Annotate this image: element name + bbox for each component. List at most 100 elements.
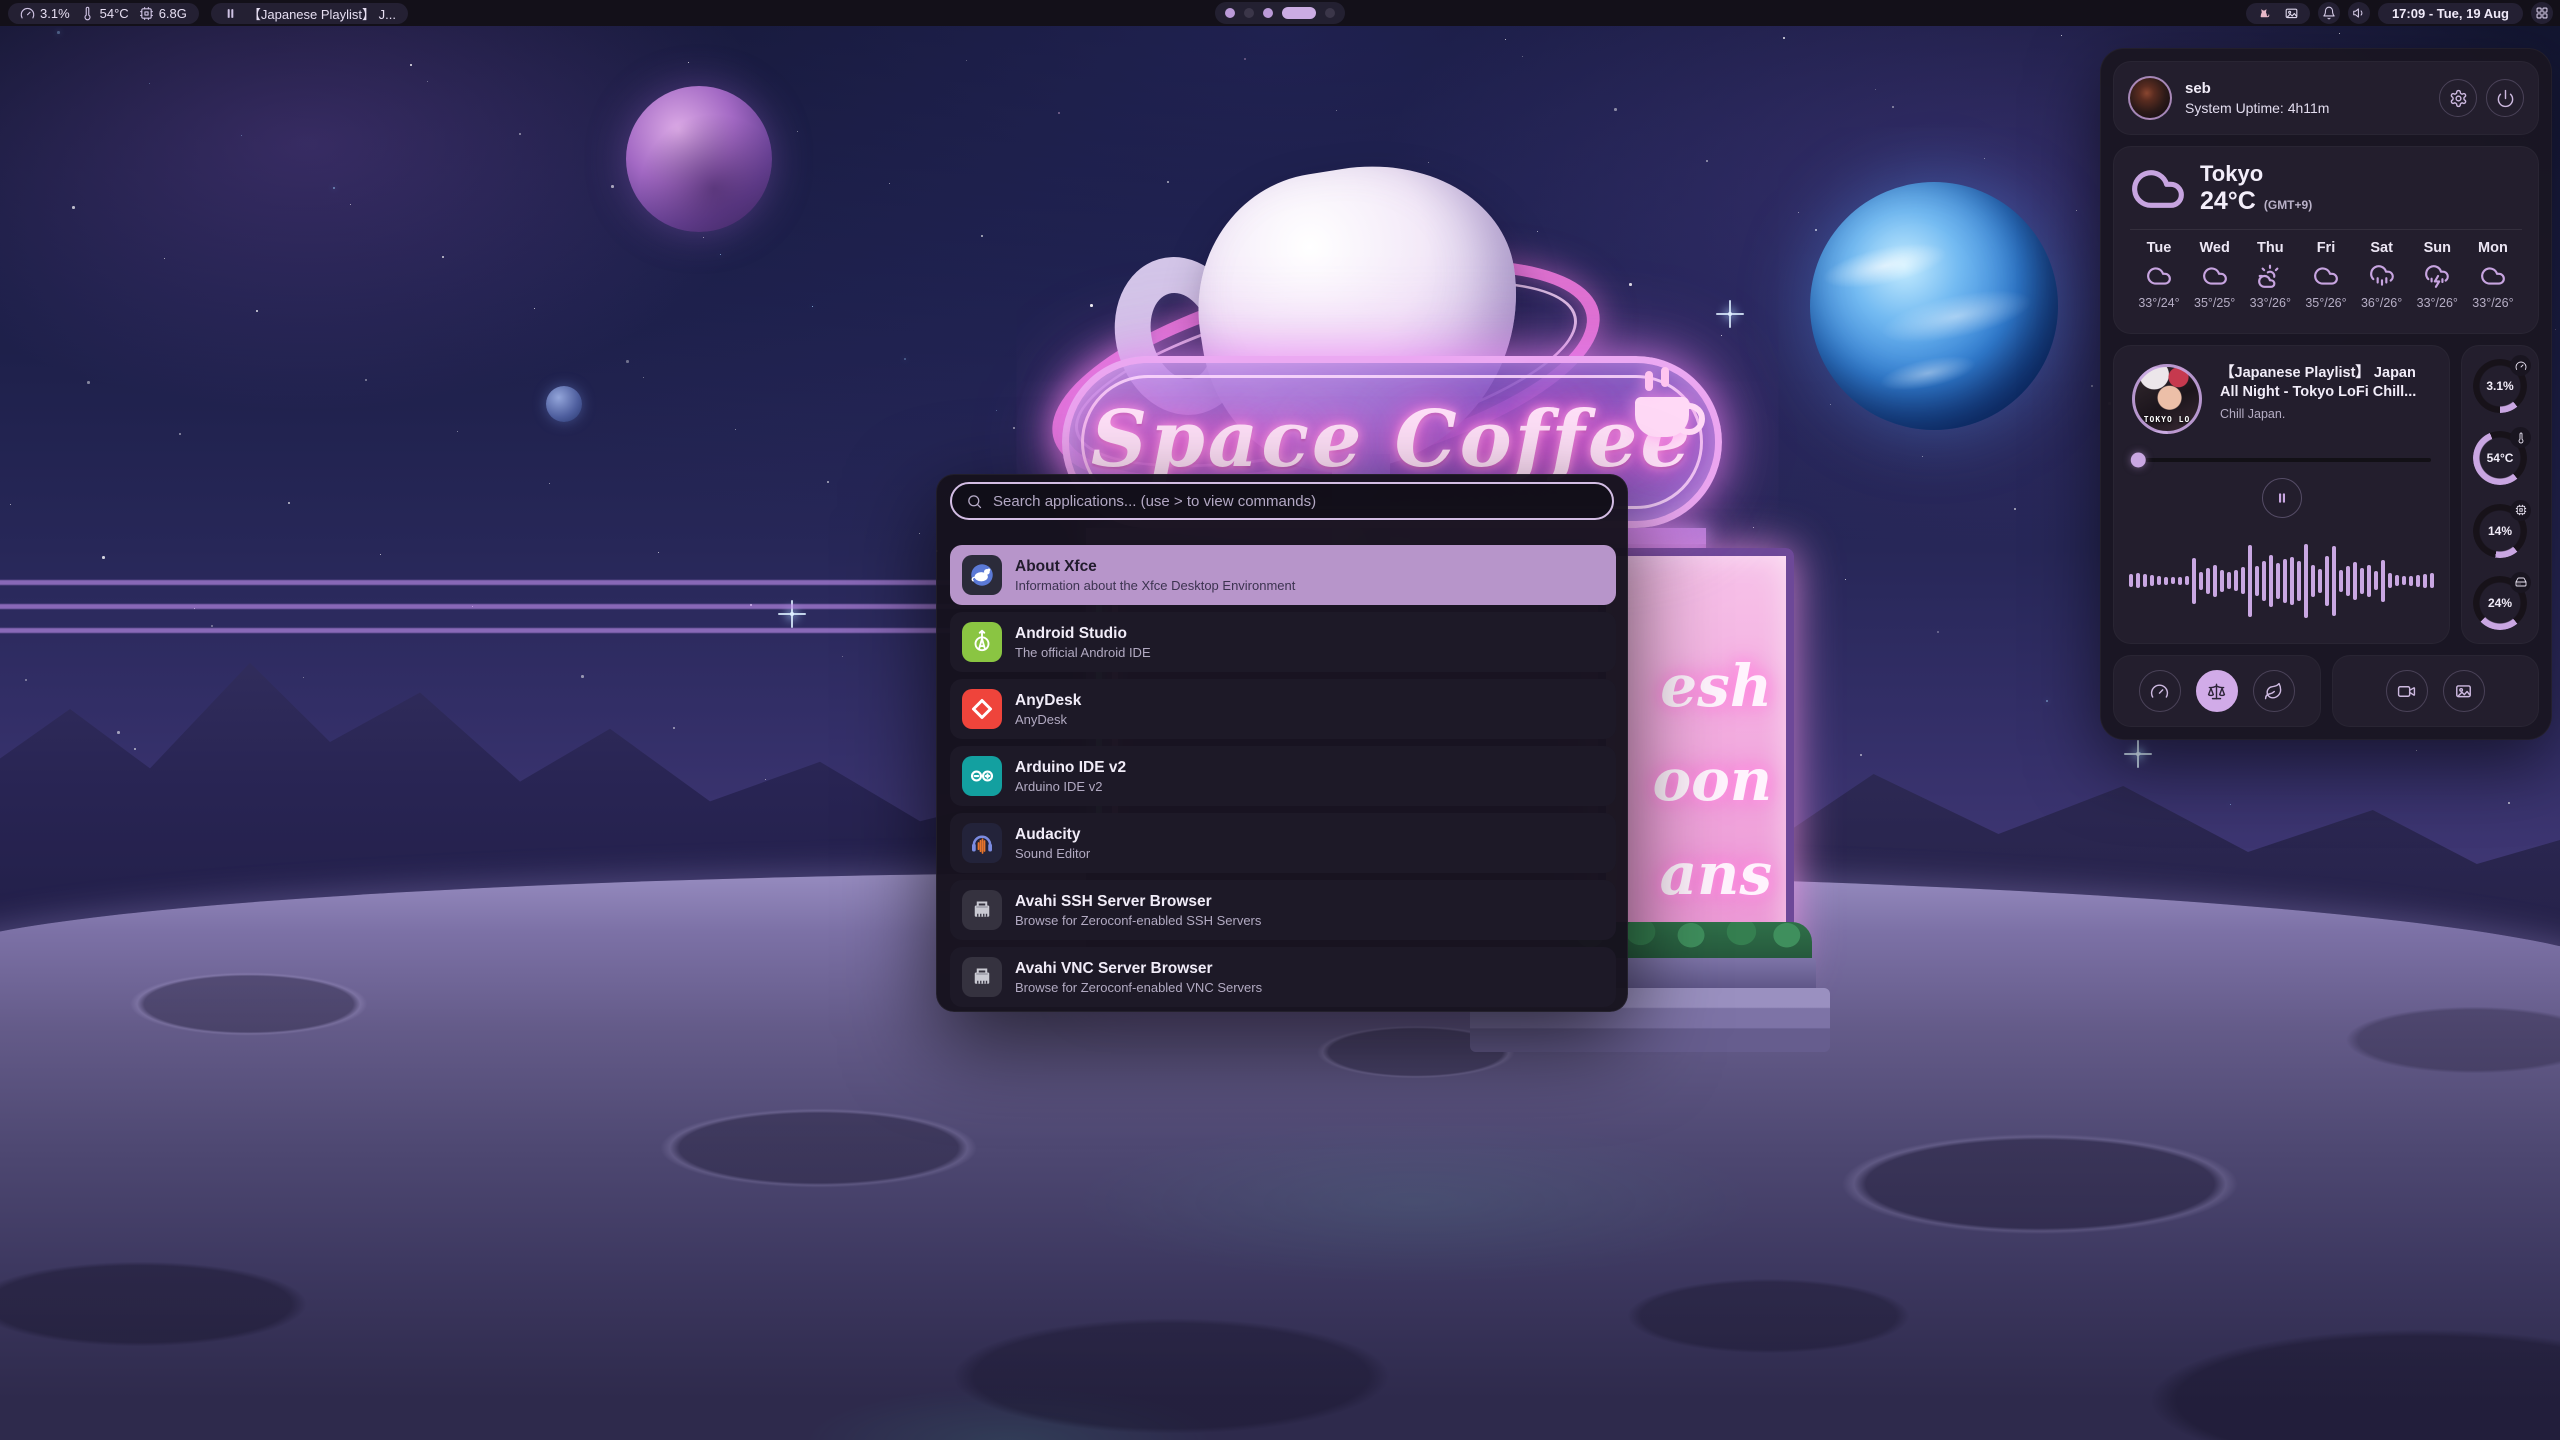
volume-button[interactable]: [2348, 2, 2370, 24]
control-sidebar: seb System Uptime: 4h11m Tokyo 24°C: [2100, 48, 2552, 740]
app-list-item[interactable]: Avahi SSH Server Browser Browse for Zero…: [950, 880, 1616, 940]
app-description: Arduino IDE v2: [1015, 779, 1126, 794]
gauge-icon: [2515, 432, 2527, 444]
workspace-dot[interactable]: [1282, 7, 1316, 19]
system-gauges: 3.1% 54°C 14%: [2461, 345, 2539, 644]
purple-planet: [626, 86, 772, 232]
workspace-switcher[interactable]: [1215, 2, 1345, 24]
tray-pill[interactable]: [2246, 3, 2310, 24]
volume-icon: [2352, 6, 2366, 20]
gauge-badge: [2510, 500, 2531, 521]
pause-button[interactable]: [2262, 478, 2302, 518]
forecast-day-name: Wed: [2199, 240, 2229, 256]
app-icon: [962, 689, 1002, 729]
forecast-weather-icon: [2424, 263, 2450, 289]
forecast-day-name: Tue: [2147, 240, 2172, 256]
app-list-item[interactable]: AnyDesk AnyDesk: [950, 679, 1616, 739]
track-title: 【Japanese Playlist】 Japan All Night - To…: [2220, 364, 2431, 402]
power-button[interactable]: [2486, 79, 2524, 117]
stat-value: 3.1%: [40, 6, 70, 21]
track-progress-bar[interactable]: [2132, 458, 2431, 462]
app-list-item[interactable]: Android Studio The official Android IDE: [950, 612, 1616, 672]
user-card: seb System Uptime: 4h11m: [2113, 61, 2539, 135]
gauge-badge: [2510, 572, 2531, 593]
workspace-dot[interactable]: [1225, 8, 1235, 18]
gear-icon: [2449, 89, 2468, 108]
window-neon-word: esh: [1660, 652, 1772, 720]
progress-knob[interactable]: [2131, 453, 2146, 468]
wallpaper-icon[interactable]: [2284, 6, 2299, 21]
app-icon: [962, 890, 1002, 930]
system-gauge: 3.1%: [2473, 359, 2527, 413]
cat-icon[interactable]: [2257, 6, 2272, 21]
forecast-day-name: Mon: [2478, 240, 2508, 256]
app-description: AnyDesk: [1015, 712, 1081, 727]
search-icon: [966, 493, 983, 510]
search-input[interactable]: [993, 493, 1598, 510]
app-name: Arduino IDE v2: [1015, 759, 1126, 777]
neon-rails: [0, 580, 1050, 650]
app-launcher: About Xfce Information about the Xfce De…: [936, 474, 1628, 1012]
small-moon: [546, 386, 582, 422]
system-stats-pill[interactable]: 3.1% 54°C 6.8G: [8, 3, 199, 24]
app-list-item[interactable]: Avahi VNC Server Browser Browse for Zero…: [950, 947, 1616, 1007]
window-neon-word: oon: [1652, 746, 1772, 814]
forecast-day-name: Sat: [2370, 240, 2393, 256]
workspace-dot[interactable]: [1244, 8, 1254, 18]
gauge-badge: [2510, 427, 2531, 448]
stat-icon: [80, 6, 95, 21]
weather-temperature: 24°C: [2200, 187, 2256, 216]
power-mode-button[interactable]: [2139, 670, 2181, 712]
power-mode-button[interactable]: [2253, 670, 2295, 712]
notifications-button[interactable]: [2318, 2, 2340, 24]
workspace-dot[interactable]: [1263, 8, 1273, 18]
forecast-day: Mon 33°/26°: [2466, 240, 2520, 310]
power-mode-button[interactable]: [2196, 670, 2238, 712]
app-icon: [962, 957, 1002, 997]
tool-icon: [2454, 682, 2473, 701]
forecast-day: Sat 36°/26°: [2355, 240, 2409, 310]
settings-button[interactable]: [2439, 79, 2477, 117]
forecast-temps: 36°/26°: [2361, 296, 2402, 310]
forecast-weather-icon: [2257, 263, 2283, 289]
power-mode-card: [2113, 655, 2321, 727]
overview-button[interactable]: [2531, 2, 2553, 24]
now-playing-pill[interactable]: 【Japanese Playlist】 J...: [211, 3, 408, 24]
forecast-day: Tue 33°/24°: [2132, 240, 2186, 310]
audio-visualizer: [2128, 532, 2435, 629]
app-list-item[interactable]: About Xfce Information about the Xfce De…: [950, 545, 1616, 605]
forecast-day: Fri 35°/26°: [2299, 240, 2353, 310]
app-list-item[interactable]: Audacity Sound Editor: [950, 813, 1616, 873]
tool-button[interactable]: [2443, 670, 2485, 712]
top-panel: 3.1% 54°C 6.8G 【Japanese Playlist】 J...: [0, 0, 2560, 26]
tools-card: [2332, 655, 2540, 727]
app-description: Browse for Zeroconf-enabled VNC Servers: [1015, 980, 1262, 995]
album-caption: TOKYO LO: [2135, 415, 2199, 424]
app-icon: [962, 756, 1002, 796]
tool-button[interactable]: [2386, 670, 2428, 712]
app-description: Information about the Xfce Desktop Envir…: [1015, 578, 1295, 593]
app-name: About Xfce: [1015, 558, 1295, 576]
app-list: About Xfce Information about the Xfce De…: [950, 545, 1616, 1007]
app-list-item[interactable]: Arduino IDE v2 Arduino IDE v2: [950, 746, 1616, 806]
earth-planet: [1810, 182, 2058, 430]
track-subtitle: Chill Japan.: [2220, 407, 2431, 421]
gauge-badge: [2510, 355, 2531, 376]
bell-icon: [2322, 6, 2336, 20]
workspace-dot[interactable]: [1325, 8, 1335, 18]
forecast-day-name: Sun: [2424, 240, 2451, 256]
clock[interactable]: 17:09 - Tue, 19 Aug: [2378, 3, 2523, 24]
app-icon: [962, 622, 1002, 662]
forecast-day-name: Fri: [2317, 240, 2336, 256]
stat-value: 6.8G: [159, 6, 187, 21]
app-name: AnyDesk: [1015, 692, 1081, 710]
forecast-temps: 35°/26°: [2305, 296, 2346, 310]
stat-item: 3.1%: [20, 6, 70, 21]
forecast-weather-icon: [2202, 263, 2228, 289]
avatar[interactable]: [2128, 76, 2172, 120]
app-icon: [962, 823, 1002, 863]
forecast-temps: 33°/24°: [2138, 296, 2179, 310]
launcher-search[interactable]: [950, 482, 1614, 520]
desktop: esh oon ans Space Coffee 3.1%: [0, 0, 2560, 1440]
album-art[interactable]: TOKYO LO: [2132, 364, 2202, 434]
